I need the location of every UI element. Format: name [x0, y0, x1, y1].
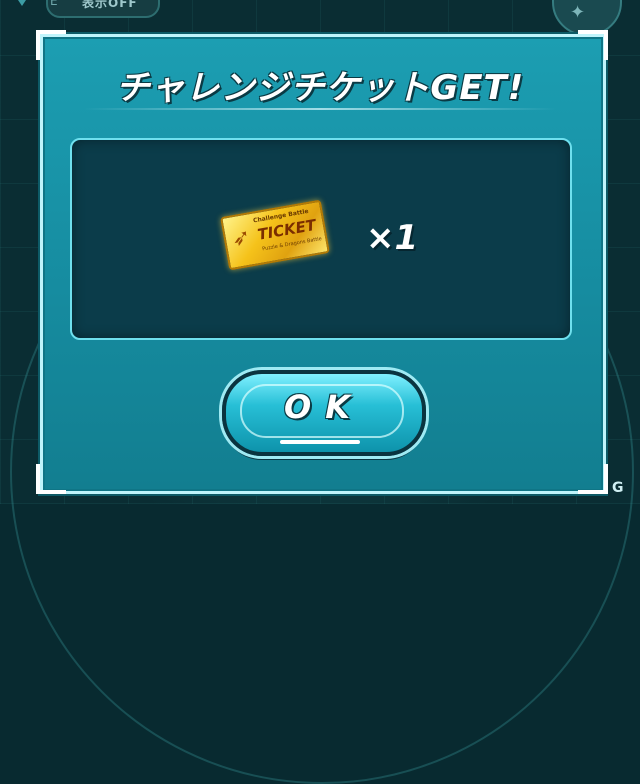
dialog-title: チャレンジチケットGET!	[115, 68, 525, 108]
title-divider	[84, 108, 556, 110]
ok-button[interactable]: OK	[222, 370, 426, 456]
frame-corner	[36, 30, 66, 60]
display-toggle-label: 表示OFF	[82, 0, 138, 10]
ok-button-label: OK	[284, 388, 364, 426]
site-watermark-icon: G	[612, 480, 624, 496]
ok-button-glint	[280, 440, 360, 444]
reward-quantity: ×1	[366, 218, 419, 258]
emblem-icon: ✦	[570, 2, 586, 23]
frame-corner	[36, 464, 66, 494]
wing-icon: ➶	[230, 224, 253, 253]
frame-corner	[578, 30, 608, 60]
toggle-mark: E	[50, 0, 58, 8]
frame-corner	[578, 464, 608, 494]
down-arrow-icon[interactable]	[14, 0, 30, 6]
